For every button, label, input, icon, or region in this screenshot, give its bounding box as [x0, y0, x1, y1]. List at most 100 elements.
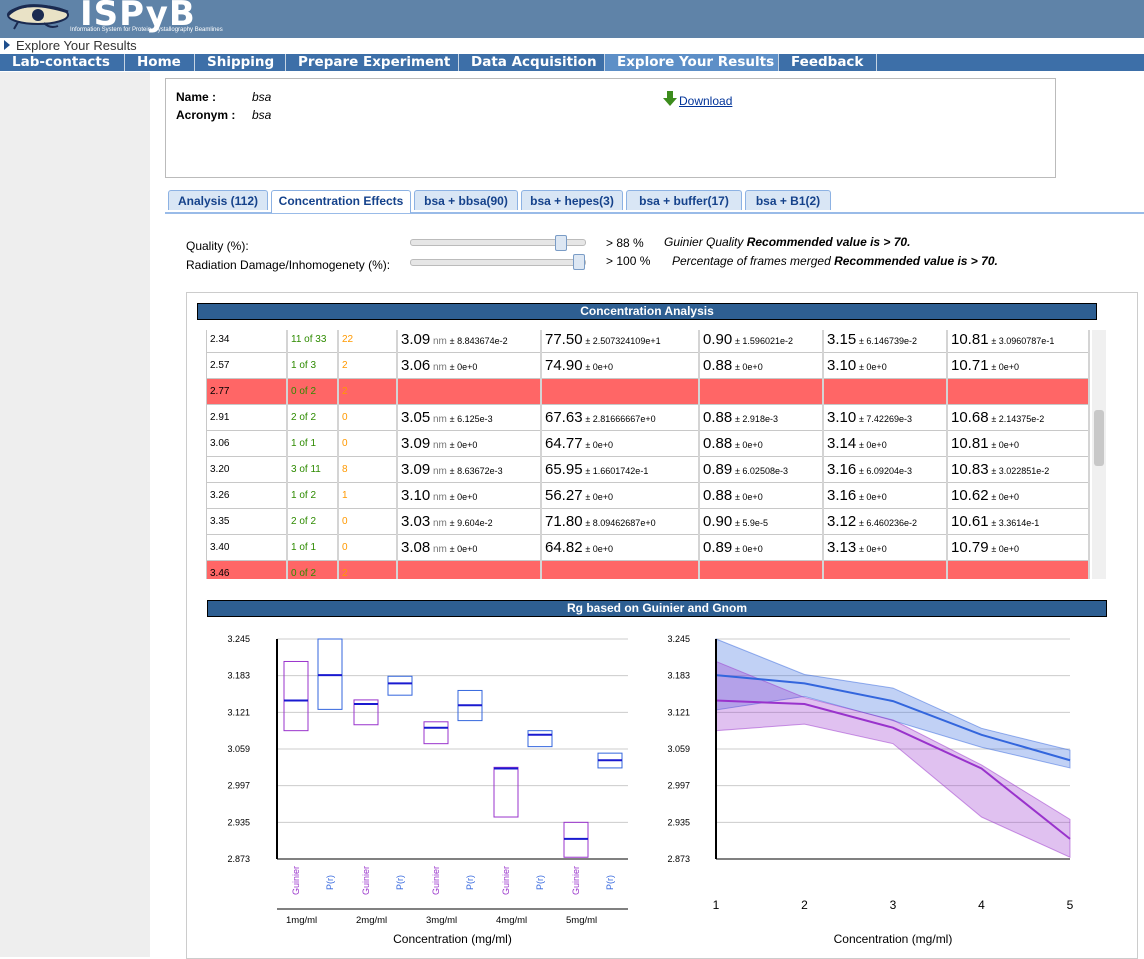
concentration-cell: 2.57 — [206, 352, 288, 379]
quality-cell: 0.90 ± 1.596021e-2 — [698, 330, 824, 353]
frames-cell: 1 of 1 — [286, 534, 339, 561]
table-row[interactable]: 3.06 1 of 1 0 3.09 nm ± 0e+0 64.77 ± 0e+0 0.8… — [206, 430, 1090, 457]
dmax-cell: 10.61 ± 3.3614e-1 — [946, 508, 1090, 535]
quality-cell: 0.89 ± 0e+0 — [698, 534, 824, 561]
table-row[interactable]: 2.91 2 of 2 0 3.05 nm ± 6.125e-3 67.63 ± 2.8… — [206, 404, 1090, 431]
dmax-cell: 10.81 ± 0e+0 — [946, 430, 1090, 457]
name-label: Name : — [176, 90, 217, 104]
concentration-cell: 2.77 — [206, 378, 288, 405]
frames-cell: 2 of 2 — [286, 404, 339, 431]
rg-cell — [396, 560, 542, 579]
rg-gnom-cell: 3.10 ± 7.42269e-3 — [822, 404, 948, 431]
x-sublabel-guinier: Guinier — [501, 866, 511, 895]
table-row[interactable]: 3.35 2 of 2 0 3.03 nm ± 9.604e-2 71.80 ± 8.0… — [206, 508, 1090, 535]
box — [493, 766, 519, 818]
x-category-label: 2mg/ml — [356, 915, 387, 926]
count-cell: 2 — [337, 560, 398, 579]
frames-cell: 0 of 2 — [286, 560, 339, 579]
concentration-table-viewport[interactable]: 2.34 11 of 33 22 3.09 nm ± 8.843674e-2 77.50… — [206, 330, 1092, 579]
tab-bsa-buffer[interactable]: bsa + buffer(17) — [626, 190, 742, 210]
i0-cell: 71.80 ± 8.09462687e+0 — [540, 508, 700, 535]
menu-explore-your-results[interactable]: Explore Your Results — [605, 54, 779, 71]
quality-cell: 0.88 ± 0e+0 — [698, 430, 824, 457]
table-row[interactable]: 3.46 0 of 22 — [206, 560, 1090, 579]
x-sublabel-guinier: Guinier — [361, 866, 371, 895]
concentration-cell: 3.35 — [206, 508, 288, 535]
x-category-label: 3mg/ml — [426, 915, 457, 926]
x-sublabel-guinier: Guinier — [291, 866, 301, 895]
tab-bar: Analysis (112) Concentration Effects bsa… — [165, 188, 1144, 214]
rg-cell: 3.05 nm ± 6.125e-3 — [396, 404, 542, 431]
download-arrow-icon[interactable] — [663, 91, 677, 107]
y-tick-label: 3.121 — [227, 707, 250, 717]
y-tick-label: 2.873 — [227, 854, 250, 864]
menu-feedback[interactable]: Feedback — [779, 54, 877, 71]
concentration-cell: 2.34 — [206, 330, 288, 353]
i0-cell: 64.77 ± 0e+0 — [540, 430, 700, 457]
download-link[interactable]: Download — [679, 94, 732, 108]
box — [527, 730, 553, 748]
tab-concentration-effects[interactable]: Concentration Effects — [271, 190, 411, 213]
quality-cell: 0.88 ± 0e+0 — [698, 482, 824, 509]
chart-title: Rg based on Guinier and Gnom — [207, 600, 1107, 617]
box — [283, 660, 309, 732]
tab-bsa-hepes[interactable]: bsa + hepes(3) — [521, 190, 623, 210]
x-tick-label: 4 — [978, 898, 985, 912]
table-row[interactable]: 2.57 1 of 3 2 3.06 nm ± 0e+0 74.90 ± 0e+0 0.8… — [206, 352, 1090, 379]
acronym-label: Acronym : — [176, 108, 236, 122]
rg-gnom-cell: 3.16 ± 6.09204e-3 — [822, 456, 948, 483]
count-cell: 22 — [337, 330, 398, 353]
i0-cell: 65.95 ± 1.6601742e-1 — [540, 456, 700, 483]
menu-lab-contacts[interactable]: Lab-contacts — [0, 54, 125, 71]
x-sublabel-pr: P(r) — [605, 875, 615, 890]
scrollbar-thumb[interactable] — [1094, 410, 1104, 466]
x-sublabel-pr: P(r) — [465, 875, 475, 890]
damage-slider-thumb[interactable] — [573, 254, 585, 270]
table-row[interactable]: 3.40 1 of 1 0 3.08 nm ± 0e+0 64.82 ± 0e+0 0.8… — [206, 534, 1090, 561]
table-row[interactable]: 2.34 11 of 33 22 3.09 nm ± 8.843674e-2 77.50… — [206, 330, 1090, 353]
quality-cell: 0.89 ± 6.02508e-3 — [698, 456, 824, 483]
menu-prepare-experiment[interactable]: Prepare Experiment — [286, 54, 459, 71]
tab-bsa-b1[interactable]: bsa + B1(2) — [745, 190, 831, 210]
main-menu: Lab-contacts Home Shipping Prepare Exper… — [0, 54, 1144, 71]
breadcrumb-text[interactable]: Explore Your Results — [16, 38, 137, 53]
concentration-cell: 3.20 — [206, 456, 288, 483]
rg-cell: 3.06 nm ± 0e+0 — [396, 352, 542, 379]
rg-gnom-cell: 3.14 ± 0e+0 — [822, 430, 948, 457]
menu-data-acquisition[interactable]: Data Acquisition — [459, 54, 605, 71]
rg-gnom-cell: 3.16 ± 0e+0 — [822, 482, 948, 509]
concentration-table: 2.34 11 of 33 22 3.09 nm ± 8.843674e-2 77.50… — [206, 330, 1090, 579]
i0-cell: 64.82 ± 0e+0 — [540, 534, 700, 561]
quality-slider-thumb[interactable] — [555, 235, 567, 251]
dmax-cell: 10.71 ± 0e+0 — [946, 352, 1090, 379]
rg-cell: 3.10 nm ± 0e+0 — [396, 482, 542, 509]
damage-slider[interactable] — [410, 259, 586, 266]
table-scrollbar[interactable] — [1092, 330, 1106, 579]
table-row[interactable]: 3.20 3 of 11 8 3.09 nm ± 8.63672e-3 65.95 ± … — [206, 456, 1090, 483]
y-tick-label: 2.935 — [667, 817, 690, 827]
damage-label: Radiation Damage/Inhomogenety (%): — [186, 258, 391, 272]
y-tick-label: 2.997 — [667, 781, 690, 791]
x-tick-label: 5 — [1067, 898, 1074, 912]
x-tick-label: 3 — [890, 898, 897, 912]
quality-cell: 0.88 ± 0e+0 — [698, 352, 824, 379]
table-row[interactable]: 3.26 1 of 2 1 3.10 nm ± 0e+0 56.27 ± 0e+0 0.8… — [206, 482, 1090, 509]
y-tick-label: 3.183 — [667, 671, 690, 681]
concentration-cell: 3.46 — [206, 560, 288, 579]
rg-cell: 3.08 nm ± 0e+0 — [396, 534, 542, 561]
acronym-value: bsa — [252, 108, 272, 122]
quality-cell — [698, 560, 824, 579]
rg-gnom-cell — [822, 378, 948, 405]
x-axis-label: Concentration (mg/ml) — [393, 932, 512, 946]
menu-home[interactable]: Home — [125, 54, 195, 71]
tab-bsa-bbsa[interactable]: bsa + bbsa(90) — [414, 190, 518, 210]
rg-gnom-cell: 3.12 ± 6.460236e-2 — [822, 508, 948, 535]
frames-cell: 1 of 2 — [286, 482, 339, 509]
tab-analysis[interactable]: Analysis (112) — [168, 190, 268, 210]
dmax-cell: 10.68 ± 2.14375e-2 — [946, 404, 1090, 431]
menu-shipping[interactable]: Shipping — [195, 54, 286, 71]
frames-cell: 2 of 2 — [286, 508, 339, 535]
table-row[interactable]: 2.77 0 of 22 — [206, 378, 1090, 405]
guinier-gnom-box-chart: 3.245 3.183 3.121 3.059 2.997 2.935 2.873 Guini… — [227, 634, 628, 946]
x-sublabel-guinier: Guinier — [571, 866, 581, 895]
